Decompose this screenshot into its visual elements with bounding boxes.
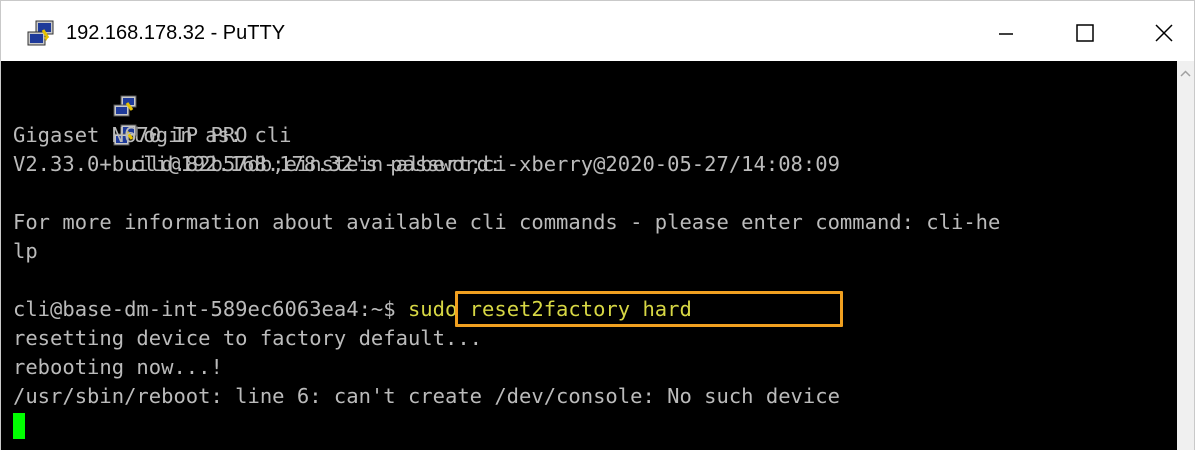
shell-prompt: cli@base-dm-int-589ec6063ea4:~$ xyxy=(13,297,396,321)
terminal-line: cli@192.168.178.32's password: xyxy=(13,92,501,176)
putty-icon xyxy=(13,95,137,146)
minimize-icon xyxy=(999,33,1013,35)
title-bar[interactable]: 192.168.178.32 - PuTTY xyxy=(1,1,1194,61)
terminal-line: For more information about available cli… xyxy=(13,210,1001,234)
putty-icon[interactable] xyxy=(26,20,56,48)
terminal-line: resetting device to factory default... xyxy=(13,326,482,350)
vertical-scrollbar[interactable] xyxy=(1177,61,1194,450)
close-button[interactable] xyxy=(1139,13,1189,53)
putty-window: 192.168.178.32 - PuTTY login as: cli cli… xyxy=(0,0,1195,450)
terminal-line: rebooting now...! xyxy=(13,355,223,379)
window-title: 192.168.178.32 - PuTTY xyxy=(66,22,286,44)
command-highlight xyxy=(455,291,843,327)
terminal-line: V2.33.0+build.82b57db;einstein-albert;ci… xyxy=(13,152,840,176)
terminal-line: /usr/sbin/reboot: line 6: can't create /… xyxy=(13,384,840,408)
terminal-line: Gigaset N670 IP PRO xyxy=(13,123,248,147)
terminal-line: lp xyxy=(13,239,38,263)
chevron-up-icon[interactable] xyxy=(1179,67,1192,81)
putty-icon xyxy=(13,66,137,117)
maximize-icon xyxy=(1076,24,1094,42)
close-icon xyxy=(1155,24,1173,42)
terminal-area[interactable]: login as: cli cli@192.168.178.32's passw… xyxy=(1,61,1177,450)
terminal-line: login as: cli xyxy=(13,63,292,147)
minimize-button[interactable] xyxy=(981,13,1031,53)
maximize-button[interactable] xyxy=(1061,13,1111,53)
terminal-cursor xyxy=(13,413,25,439)
